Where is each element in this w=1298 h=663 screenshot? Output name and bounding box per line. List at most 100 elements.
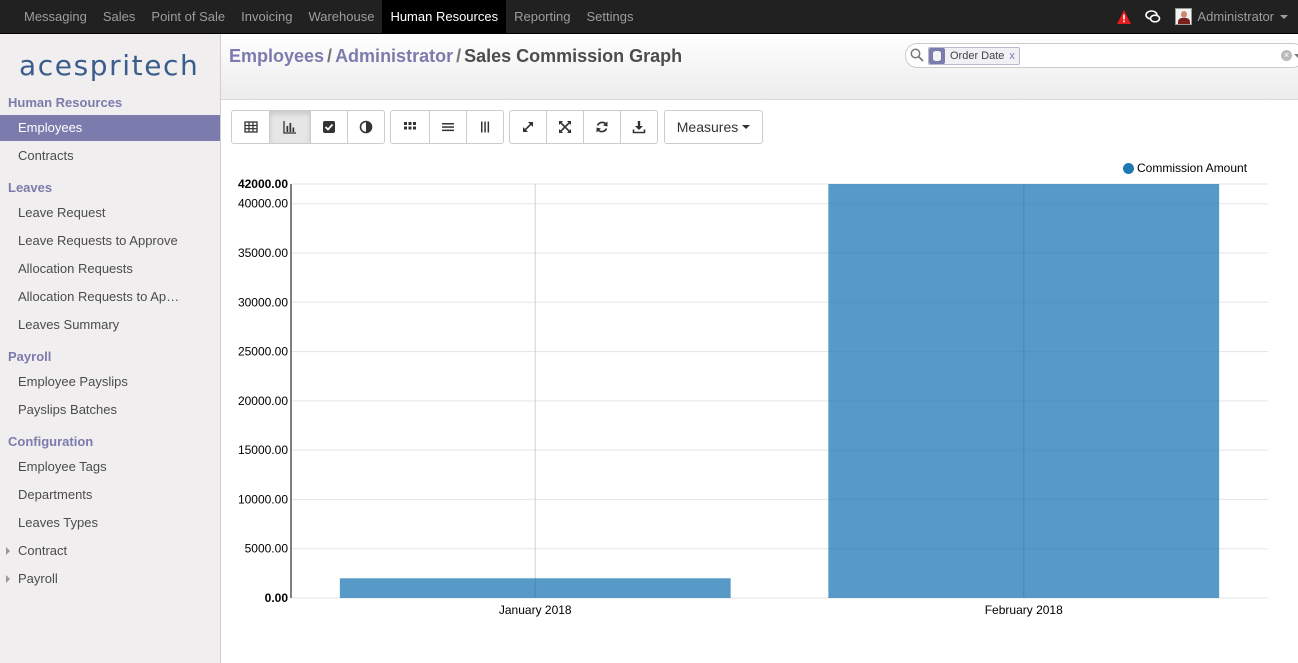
- sidebar-item-allocation-requests[interactable]: Allocation Requests: [0, 256, 220, 282]
- chat-icon[interactable]: [1145, 9, 1161, 25]
- sidebar-item-payroll[interactable]: Payroll: [0, 566, 220, 592]
- breadcrumb-administrator[interactable]: Administrator: [335, 46, 453, 66]
- y-tick-label: 0.00: [265, 591, 289, 605]
- control-panel: Employees / Administrator / Sales Commission…: [221, 34, 1298, 100]
- y-tick-label: 5000.00: [245, 542, 289, 556]
- chevron-down-icon: [742, 125, 751, 129]
- menu-item-human-resources[interactable]: Human Resources: [382, 0, 507, 33]
- y-tick-label: 20000.00: [238, 394, 288, 408]
- grid-layout-button[interactable]: [390, 110, 430, 144]
- sidebar-section-configuration: Configuration: [8, 434, 94, 449]
- sidebar-section-leaves: Leaves: [8, 180, 53, 195]
- sidebar-section-human-resources: Human Resources: [8, 95, 123, 110]
- chevron-right-icon: [6, 575, 10, 583]
- pie-chart-button[interactable]: [347, 110, 385, 144]
- pie-chart-icon: [359, 120, 373, 134]
- sidebar: acespritech Human Resources Employees Cont…: [0, 34, 221, 663]
- checkbox-icon: [323, 121, 335, 133]
- download-button[interactable]: [620, 110, 658, 144]
- facet-remove-button[interactable]: x: [1009, 50, 1015, 62]
- expand-button[interactable]: [509, 110, 547, 144]
- breadcrumb-separator: /: [456, 46, 462, 66]
- legend-swatch: [1123, 162, 1134, 174]
- page-title: Sales Commission Graph: [464, 46, 683, 66]
- sidebar-item-leave-requests-to-approve[interactable]: Leave Requests to Approve: [0, 228, 220, 254]
- sales-commission-chart: Commission Amount 0.00 5000.00 10000.00 150…: [221, 150, 1298, 663]
- search-input[interactable]: Order Date x ×: [905, 43, 1298, 68]
- navbar-right: Administrator: [1116, 0, 1288, 33]
- sidebar-item-label: Leave Request: [18, 205, 106, 220]
- columns-layout-button[interactable]: [466, 110, 504, 144]
- sidebar-item-label: Contracts: [18, 148, 74, 163]
- fullscreen-icon: [559, 121, 571, 133]
- layout-group: [390, 110, 504, 144]
- chevron-right-icon: [6, 547, 10, 555]
- sidebar-item-label: Payslips Batches: [18, 402, 117, 417]
- menu-item-invoicing[interactable]: Invoicing: [233, 0, 300, 33]
- app-menu: Messaging Sales Point of Sale Invoicing Ware…: [16, 0, 641, 33]
- sidebar-item-contracts[interactable]: Contracts: [0, 143, 220, 169]
- y-tick-label: 40000.00: [238, 197, 288, 211]
- y-tick-label: 25000.00: [238, 345, 288, 359]
- sidebar-item-label: Allocation Requests to Ap…: [18, 289, 180, 304]
- user-avatar[interactable]: [1175, 8, 1193, 25]
- top-navbar: Messaging Sales Point of Sale Invoicing Ware…: [0, 0, 1298, 34]
- sidebar-item-label: Employee Payslips: [18, 374, 128, 389]
- user-menu[interactable]: Administrator: [1197, 9, 1274, 24]
- sidebar-item-employees[interactable]: Employees: [0, 115, 220, 141]
- sidebar-item-departments[interactable]: Departments: [0, 482, 220, 508]
- sidebar-item-label: Leave Requests to Approve: [18, 233, 178, 248]
- search-icon: [910, 48, 924, 62]
- line-chart-button[interactable]: [310, 110, 348, 144]
- bar-chart-button[interactable]: [269, 110, 311, 144]
- y-tick-label: 30000.00: [238, 295, 288, 309]
- sidebar-item-label: Contract: [18, 543, 68, 558]
- sidebar-item-label: Employees: [18, 120, 83, 135]
- menu-item-reporting[interactable]: Reporting: [506, 0, 578, 33]
- sidebar-item-label: Allocation Requests: [18, 261, 133, 276]
- y-tick-label: 15000.00: [238, 443, 288, 457]
- search-facet: Order Date x: [928, 47, 1020, 65]
- list-icon: [442, 123, 454, 132]
- sidebar-item-label: Employee Tags: [18, 459, 107, 474]
- sidebar-item-label: Payroll: [18, 571, 58, 586]
- logo-text: acespritech: [19, 49, 199, 82]
- clear-search-icon[interactable]: ×: [1281, 50, 1292, 61]
- graph-mode-group: [231, 110, 385, 144]
- menu-item-messaging[interactable]: Messaging: [16, 0, 95, 33]
- logo-graphic: acespritech: [19, 49, 199, 82]
- breadcrumb-separator: /: [327, 46, 333, 66]
- legend-label: Commission Amount: [1137, 161, 1248, 175]
- sidebar-item-employee-payslips[interactable]: Employee Payslips: [0, 369, 220, 395]
- sidebar-item-employee-tags[interactable]: Employee Tags: [0, 454, 220, 480]
- chevron-down-icon[interactable]: [1280, 14, 1288, 19]
- sidebar-section-payroll: Payroll: [8, 349, 52, 364]
- sidebar-item-label: Leaves Types: [18, 515, 98, 530]
- measures-dropdown[interactable]: Measures: [664, 110, 763, 144]
- sidebar-item-contract[interactable]: Contract: [0, 538, 220, 564]
- menu-item-sales[interactable]: Sales: [95, 0, 144, 33]
- sidebar-item-leave-request[interactable]: Leave Request: [0, 200, 220, 226]
- y-tick-label: 35000.00: [238, 246, 288, 260]
- chart-plot: 0.00 5000.00 10000.00 15000.00 20000.00 25000…: [238, 177, 1268, 617]
- chart-legend[interactable]: Commission Amount: [1123, 161, 1247, 175]
- pivot-view-button[interactable]: [231, 110, 270, 144]
- breadcrumb-employees[interactable]: Employees: [229, 46, 324, 66]
- flip-axis-button[interactable]: [546, 110, 584, 144]
- sidebar-item-leaves-summary[interactable]: Leaves Summary: [0, 312, 220, 338]
- y-tick-label: 10000.00: [238, 492, 288, 506]
- rows-layout-button[interactable]: [429, 110, 467, 144]
- search-options-icon[interactable]: [1294, 54, 1298, 58]
- facet-label: Order Date: [950, 50, 1005, 62]
- sidebar-item-allocation-requests-to-ap[interactable]: Allocation Requests to Ap…: [0, 284, 220, 310]
- x-tick-label: January 2018: [499, 603, 572, 617]
- menu-item-point-of-sale[interactable]: Point of Sale: [143, 0, 233, 33]
- refresh-button[interactable]: [583, 110, 621, 144]
- expand-icon: [523, 122, 533, 132]
- sidebar-item-payslips-batches[interactable]: Payslips Batches: [0, 397, 220, 423]
- alert-icon[interactable]: [1116, 9, 1132, 25]
- company-logo: acespritech: [19, 48, 201, 82]
- menu-item-warehouse[interactable]: Warehouse: [300, 0, 382, 33]
- menu-item-settings[interactable]: Settings: [578, 0, 641, 33]
- sidebar-item-leaves-types[interactable]: Leaves Types: [0, 510, 220, 536]
